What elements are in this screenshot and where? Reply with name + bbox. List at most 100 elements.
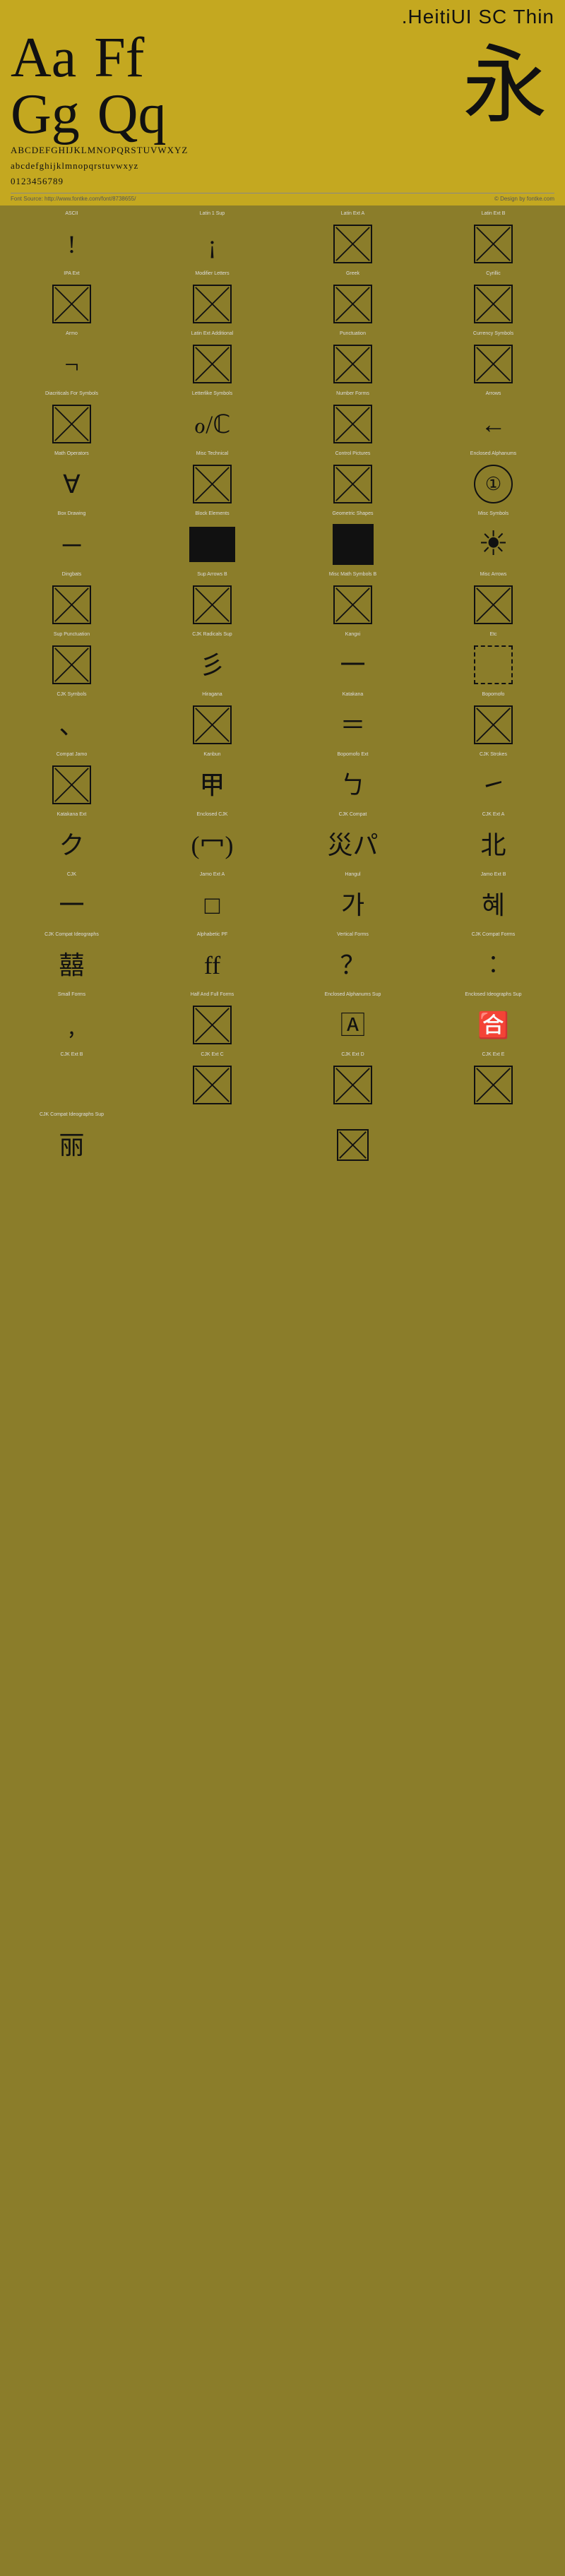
grid-section: ASCII!Latin 1 Sup¡Latin Ext A Latin Ext … xyxy=(0,205,565,1172)
cell-content: 🈴 xyxy=(424,1005,562,1045)
cell-content: ？ xyxy=(284,945,422,985)
grid-cell xyxy=(142,1109,282,1169)
grid-cell: Jamo Ext A□ xyxy=(142,869,282,929)
cell-content: ㇀ xyxy=(424,765,562,805)
cell-label: Hiragana xyxy=(202,692,222,702)
cell-content xyxy=(424,705,562,745)
header-section: .HeitiUI SC Thin Aa Ff Gg Qq 永 ABCDEFGHI… xyxy=(0,0,565,205)
cell-content: ∀ xyxy=(3,464,141,504)
alphabet-lower: abcdefghijklmnopqrstuvwxyz xyxy=(11,158,554,174)
cell-label: Latin 1 Sup xyxy=(200,211,225,221)
cell-content: ─ xyxy=(3,524,141,565)
cell-content xyxy=(424,224,562,264)
cell-label: Vertical Forms xyxy=(337,932,369,942)
grid-cell: Greek xyxy=(282,268,423,328)
cell-label: Enclosed Alphanums xyxy=(470,451,516,461)
cell-label: CJK Compat Ideographs xyxy=(44,932,99,942)
grid-cell: Misc Arrows xyxy=(423,569,564,629)
cell-label: Diacriticals For Symbols xyxy=(45,391,98,401)
grid-cell: Sup Punctuation xyxy=(1,629,142,689)
cell-content: ☀ xyxy=(424,524,562,565)
grid-cell: Alphabetic PFff xyxy=(142,929,282,989)
cell-label: IPA Ext xyxy=(64,271,79,281)
grid-cell: Misc Math Symbols B xyxy=(282,569,423,629)
grid-cell: Hangul가 xyxy=(282,869,423,929)
cell-content xyxy=(284,464,422,504)
cell-label: CJK Radicals Sup xyxy=(192,632,232,642)
grid-cell: Block Elements xyxy=(142,508,282,569)
cell-label: Misc Arrows xyxy=(480,572,507,582)
cell-label: CJK Compat Forms xyxy=(472,932,515,942)
cell-label: Modifier Letters xyxy=(195,271,229,281)
cell-label: Small Forms xyxy=(58,992,85,1002)
cell-content: 、 xyxy=(3,705,141,745)
cell-content: ¬ xyxy=(3,344,141,384)
font-title: .HeitiUI SC Thin xyxy=(11,6,554,30)
cell-label: ASCII xyxy=(65,211,78,221)
cell-label: Jamo Ext B xyxy=(481,872,506,882)
cell-label: Bopomofo xyxy=(482,692,505,702)
cell-content: 가 xyxy=(284,885,422,925)
cell-content: ﹐ xyxy=(3,1005,141,1045)
grid-cell: CJK Compat Ideographs 囍 xyxy=(1,929,142,989)
cell-content: ＝ xyxy=(284,705,422,745)
cell-label: CJK Ext B xyxy=(61,1052,83,1062)
cell-label: Arrows xyxy=(486,391,501,401)
grid-cell: CJK一 xyxy=(1,869,142,929)
cell-label: Block Elements xyxy=(195,511,229,521)
grid-cell: Jamo Ext B혜 xyxy=(423,869,564,929)
grid-row: CJK Compat Ideographs Sup 丽 xyxy=(1,1109,564,1169)
grid-cell: Sup Arrows B xyxy=(142,569,282,629)
cell-label: Enclosed Ideographs Sup xyxy=(465,992,521,1002)
cell-content: ① xyxy=(424,464,562,504)
cell-label: Sup Punctuation xyxy=(54,632,90,642)
grid-cell: CJK Ext D xyxy=(282,1049,423,1109)
demo-char-aa: Aa xyxy=(11,30,76,86)
source-text: Font Source: http://www.fontke.com/font/… xyxy=(11,196,136,202)
cell-label: Latin Ext A xyxy=(341,211,364,221)
cell-content: ! xyxy=(3,224,141,264)
cell-content xyxy=(143,1065,281,1105)
cell-content: 囍 xyxy=(3,945,141,985)
cell-label: CJK Strokes xyxy=(480,752,507,762)
grid-cell: Letterlike Symbolsℴ/ℂ xyxy=(142,388,282,448)
cell-content: ︰ xyxy=(424,945,562,985)
grid-cell: CJK Ext E xyxy=(423,1049,564,1109)
grid-row: Box Drawing─Block ElementsGeometric Shap… xyxy=(1,508,564,569)
cell-content xyxy=(424,1065,562,1105)
grid-cell: Latin Ext A xyxy=(282,208,423,268)
grid-cell: Diacriticals For Symbols xyxy=(1,388,142,448)
grid-cell: Kangxi一 xyxy=(282,629,423,689)
demo-char-gg: Gg xyxy=(11,86,80,143)
cell-label: Kanbun xyxy=(203,752,220,762)
grid-cell: Enclosed Alphanums ① xyxy=(423,448,564,508)
grid-cell: CJK Compat災パ xyxy=(282,809,423,869)
cell-label: Box Drawing xyxy=(58,511,86,521)
cell-content: 災パ xyxy=(284,825,422,865)
cell-label: Currency Symbols xyxy=(473,331,513,341)
cell-label: CJK Compat Ideographs Sup xyxy=(40,1112,104,1122)
grid-cell: Math Operators∀ xyxy=(1,448,142,508)
cell-content: ℴ/ℂ xyxy=(143,404,281,444)
grid-cell xyxy=(282,1109,423,1169)
cell-content xyxy=(3,284,141,324)
grid-row: Sup Punctuation CJK Radicals Sup彡Kangxi一… xyxy=(1,629,564,689)
grid-cell: Misc Symbols☀ xyxy=(423,508,564,569)
cell-label: Misc Technical xyxy=(196,451,228,461)
cell-content: 一 xyxy=(3,885,141,925)
grid-cell: Cyrillic xyxy=(423,268,564,328)
cell-label: Enclosed Alphanums Sup xyxy=(325,992,381,1002)
grid-cell: Half And Full Forms xyxy=(142,989,282,1049)
cell-content xyxy=(284,524,422,565)
grid-cell: Katakana＝ xyxy=(282,689,423,749)
cell-content: 丽 xyxy=(3,1125,141,1165)
cell-label: Etc xyxy=(489,632,496,642)
cell-content xyxy=(143,464,281,504)
cell-label: Latin Ext B xyxy=(482,211,506,221)
grid-cell: Kanbun㆙ xyxy=(142,749,282,809)
grid-cell: Box Drawing ─ xyxy=(1,508,142,569)
digits-row: 0123456789 xyxy=(11,174,554,189)
grid-row: CJK Symbols、Hiragana Katakana＝Bopomofo xyxy=(1,689,564,749)
grid-row: CJK Ext B𠀀CJK Ext C CJK Ext D CJK Ext E xyxy=(1,1049,564,1109)
cell-content xyxy=(143,705,281,745)
